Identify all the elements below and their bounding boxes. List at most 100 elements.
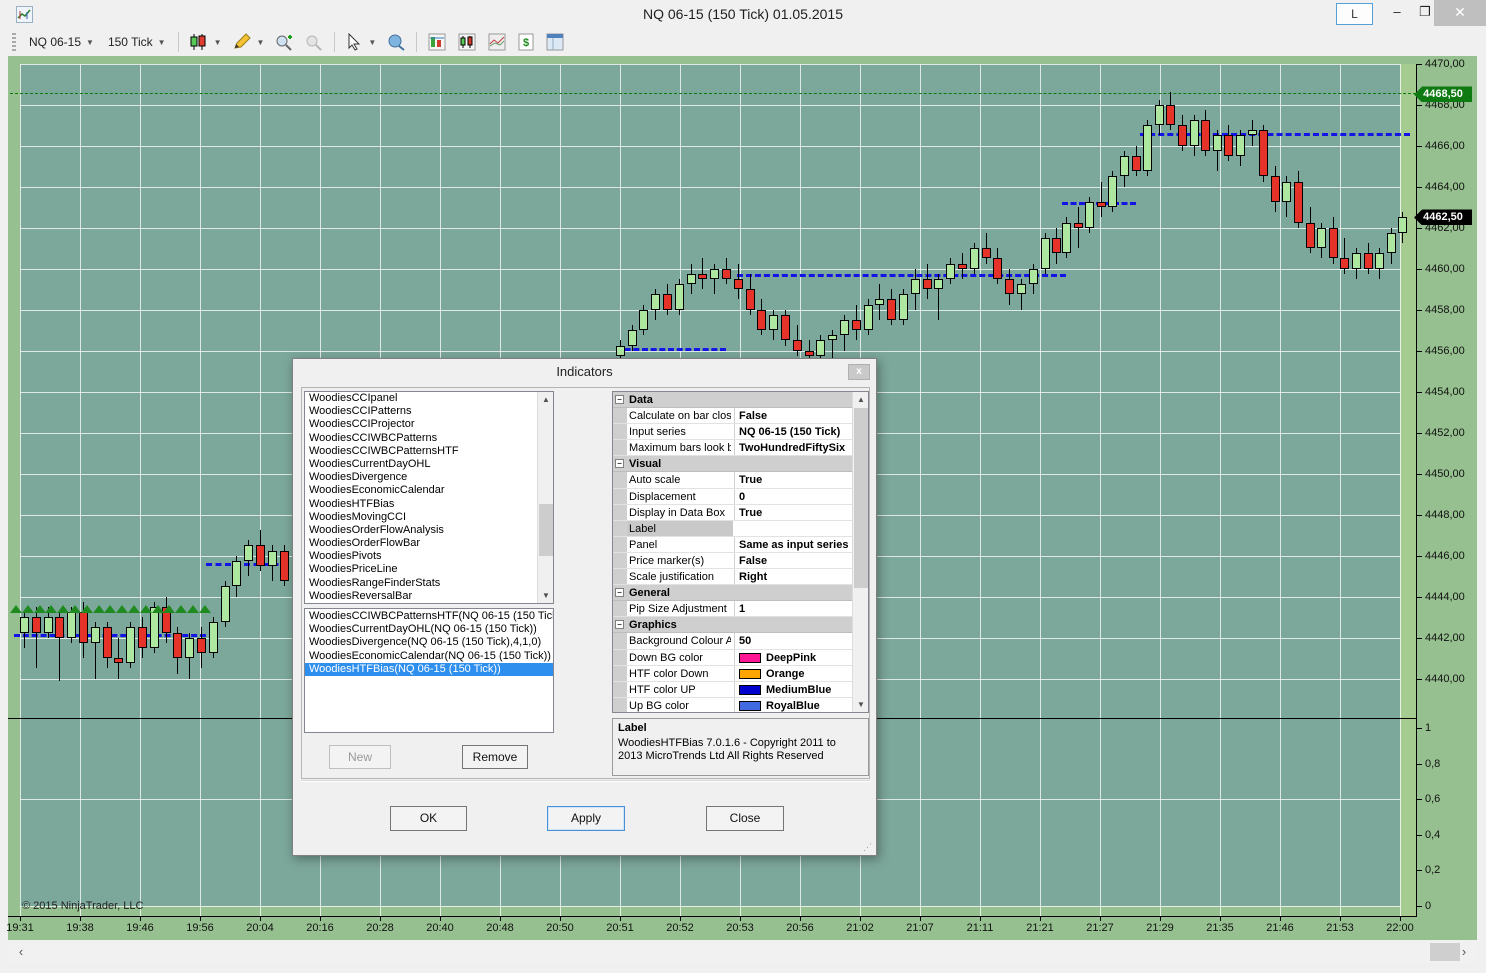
property-value[interactable]: 1 — [734, 601, 853, 617]
property-value[interactable]: 0 — [734, 489, 853, 505]
property-value[interactable]: Same as input series — [734, 537, 853, 553]
property-row[interactable]: Auto scaleTrue — [613, 472, 853, 488]
zoom-in-button[interactable] — [270, 31, 298, 53]
applied-indicator-item[interactable]: WoodiesCCIWBCPatternsHTF(NQ 06-15 (150 T… — [305, 610, 553, 623]
scroll-down-icon[interactable]: ▼ — [538, 588, 554, 603]
property-row[interactable]: Maximum bars look backTwoHundredFiftySix — [613, 440, 853, 456]
property-category[interactable]: −Data — [613, 392, 853, 408]
available-indicator-item[interactable]: WoodiesCCIPatterns — [305, 405, 553, 418]
collapse-icon[interactable]: − — [615, 620, 624, 629]
property-value[interactable]: True — [734, 505, 853, 521]
list-scrollbar[interactable]: ▲ ▼ — [537, 392, 553, 603]
property-row[interactable]: Display in Data BoxTrue — [613, 505, 853, 521]
property-value[interactable]: NQ 06-15 (150 Tick) — [734, 424, 853, 440]
applied-indicator-item[interactable]: WoodiesHTFBias(NQ 06-15 (150 Tick)) — [305, 663, 553, 676]
property-category[interactable]: −General — [613, 585, 853, 601]
available-indicator-item[interactable]: WoodiesEconomicCalendar — [305, 484, 553, 497]
collapse-icon[interactable]: − — [615, 459, 624, 468]
property-value[interactable]: RoyalBlue — [734, 698, 853, 713]
property-row[interactable]: Background Colour Alpha50 — [613, 633, 853, 649]
available-indicator-item[interactable]: WoodiesCCIWBCPatternsHTF — [305, 445, 553, 458]
applied-indicator-item[interactable]: WoodiesCurrentDayOHL(NQ 06-15 (150 Tick)… — [305, 623, 553, 636]
scrollbar-thumb[interactable] — [539, 504, 553, 556]
available-indicator-item[interactable]: WoodiesHTFBias — [305, 498, 553, 511]
apply-button[interactable]: Apply — [547, 806, 625, 831]
candle-down — [923, 279, 932, 289]
property-value[interactable]: MediumBlue — [734, 682, 853, 698]
chart-properties-button[interactable] — [483, 30, 511, 54]
property-value[interactable]: DeepPink — [734, 650, 853, 666]
scroll-up-icon[interactable]: ▲ — [853, 392, 869, 407]
collapse-icon[interactable]: − — [615, 395, 624, 404]
available-indicator-item[interactable]: WoodiesCurrentDayOHL — [305, 458, 553, 471]
available-indicator-item[interactable]: WoodiesOrderFlowAnalysis — [305, 524, 553, 537]
remove-button[interactable]: Remove — [462, 745, 528, 769]
ok-button[interactable]: OK — [390, 806, 467, 831]
property-grid[interactable]: −DataCalculate on bar closeFalseInput se… — [612, 391, 869, 713]
available-indicator-item[interactable]: WoodiesCCIWBCPatterns — [305, 432, 553, 445]
zoom-out-button[interactable] — [300, 31, 328, 53]
indicators-button[interactable] — [423, 30, 451, 54]
property-value[interactable]: Orange — [734, 666, 853, 682]
property-value[interactable]: Right — [734, 569, 853, 585]
applied-indicator-item[interactable]: WoodiesDivergence(NQ 06-15 (150 Tick),4,… — [305, 636, 553, 649]
interval-selector[interactable]: 150 Tick ▼ — [101, 32, 173, 52]
property-value[interactable]: TwoHundredFiftySix — [734, 440, 853, 456]
property-row[interactable]: HTF color DownOrange — [613, 666, 853, 682]
available-indicator-item[interactable]: WoodiesRangeFinderStats — [305, 577, 553, 590]
property-grid-scrollbar[interactable]: ▲ ▼ — [852, 392, 868, 712]
property-category[interactable]: −Graphics — [613, 617, 853, 633]
toolbar-grip[interactable] — [12, 33, 16, 51]
property-row[interactable]: Label — [613, 521, 853, 537]
data-box-button[interactable] — [382, 31, 410, 53]
property-category[interactable]: −Visual — [613, 456, 853, 472]
scroll-up-icon[interactable]: ▲ — [538, 392, 554, 407]
instrument-selector[interactable]: NQ 06-15 ▼ — [22, 32, 101, 52]
property-row[interactable]: Input seriesNQ 06-15 (150 Tick) — [613, 424, 853, 440]
available-indicator-item[interactable]: WoodiesPriceLine — [305, 563, 553, 576]
properties-button[interactable] — [541, 30, 569, 54]
horizontal-scrollbar[interactable]: ‹ › — [8, 941, 1477, 963]
property-row[interactable]: PanelSame as input series — [613, 537, 853, 553]
scroll-left-icon[interactable]: ‹ — [10, 941, 32, 963]
available-indicator-item[interactable]: WoodiesCCIProjector — [305, 418, 553, 431]
available-indicator-item[interactable]: WoodiesMovingCCI — [305, 511, 553, 524]
bias-up-triangle-icon — [81, 605, 93, 613]
scrollbar-thumb[interactable] — [854, 408, 868, 588]
scroll-right-icon[interactable]: › — [1453, 941, 1475, 963]
property-row[interactable]: HTF color UPMediumBlue — [613, 682, 853, 698]
dialog-close-button[interactable]: x — [848, 364, 870, 380]
property-row[interactable]: Calculate on bar closeFalse — [613, 408, 853, 424]
dialog-close-action-button[interactable]: Close — [706, 806, 784, 831]
drawing-tools-button[interactable]: ▼ — [228, 31, 269, 53]
applied-indicator-item[interactable]: WoodiesEconomicCalendar(NQ 06-15 (150 Ti… — [305, 650, 553, 663]
minimize-button[interactable]: – — [1382, 0, 1412, 26]
property-row[interactable]: Price marker(s)False — [613, 553, 853, 569]
link-button[interactable]: L — [1336, 3, 1373, 25]
property-row[interactable]: Up BG colorRoyalBlue — [613, 698, 853, 713]
property-row[interactable]: Displacement0 — [613, 489, 853, 505]
resize-grip[interactable]: ⋰ — [863, 842, 873, 852]
available-indicator-item[interactable]: WoodiesDivergence — [305, 471, 553, 484]
applied-indicators-list[interactable]: WoodiesCCIWBCPatternsHTF(NQ 06-15 (150 T… — [304, 608, 554, 733]
available-indicators-list[interactable]: WoodiesCCIpanelWoodiesCCIPatternsWoodies… — [304, 391, 554, 604]
chart-style-button[interactable]: ▼ — [185, 31, 226, 53]
property-row[interactable]: Pip Size Adjustment1 — [613, 601, 853, 617]
available-indicator-item[interactable]: WoodiesOrderFlowBar — [305, 537, 553, 550]
available-indicator-item[interactable]: WoodiesCCIpanel — [305, 392, 553, 405]
close-button[interactable]: ✕ — [1434, 0, 1486, 26]
property-value[interactable]: 50 — [734, 633, 853, 649]
candle-down — [958, 264, 967, 269]
data-series-button[interactable] — [453, 30, 481, 54]
chart-trader-button[interactable]: $ — [513, 30, 539, 54]
available-indicator-item[interactable]: WoodiesReversalBar — [305, 590, 553, 603]
property-value[interactable]: False — [734, 553, 853, 569]
property-value[interactable]: True — [734, 472, 853, 488]
scroll-down-icon[interactable]: ▼ — [853, 697, 869, 712]
property-value[interactable]: False — [734, 408, 853, 424]
property-row[interactable]: Scale justificationRight — [613, 569, 853, 585]
collapse-icon[interactable]: − — [615, 588, 624, 597]
property-row[interactable]: Down BG colorDeepPink — [613, 650, 853, 666]
available-indicator-item[interactable]: WoodiesPivots — [305, 550, 553, 563]
cursor-button[interactable]: ▼ — [341, 31, 380, 53]
